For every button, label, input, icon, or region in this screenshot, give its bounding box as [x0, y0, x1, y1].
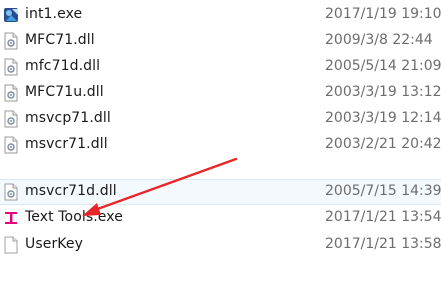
file-date: 2017/1/19 19:10 [325, 6, 441, 22]
file-row-mfc71d-dll[interactable]: mfc71d.dll 2005/5/14 21:09 [0, 54, 441, 80]
file-date: 2003/3/19 12:14 [325, 110, 441, 126]
file-row-userkey[interactable]: UserKey 2017/1/21 13:58 [0, 232, 441, 258]
blank-file-icon [3, 236, 19, 254]
app-exe-icon [3, 6, 19, 24]
file-date: 2005/7/15 14:39 [325, 183, 441, 199]
file-date: 2003/2/21 20:42 [325, 136, 441, 152]
file-name: MFC71u.dll [25, 84, 104, 100]
file-row-int1-exe[interactable]: int1.exe 2017/1/19 19:10 [0, 2, 441, 28]
file-name: UserKey [25, 236, 83, 252]
dll-file-icon [3, 110, 19, 128]
dll-file-icon [3, 58, 19, 76]
file-row-text-tools-exe[interactable]: Text Tools.exe 2017/1/21 13:54 [0, 205, 441, 231]
file-name: msvcp71.dll [25, 110, 111, 126]
file-name: int1.exe [25, 6, 83, 22]
file-date: 2009/3/8 22:44 [325, 32, 433, 48]
text-tools-icon [3, 209, 19, 227]
dll-file-icon [3, 32, 19, 50]
file-date: 2005/5/14 21:09 [325, 58, 441, 74]
file-row-mfc71u-dll[interactable]: MFC71u.dll 2003/3/19 13:12 [0, 80, 441, 106]
file-row-mfc71-dll[interactable]: MFC71.dll 2009/3/8 22:44 [0, 28, 441, 54]
file-list: int1.exe 2017/1/19 19:10 MFC71.dll 2009/… [0, 0, 441, 284]
file-name: Text Tools.exe [25, 209, 123, 225]
file-name: MFC71.dll [25, 32, 95, 48]
file-row-msvcp71-dll[interactable]: msvcp71.dll 2003/3/19 12:14 [0, 106, 441, 132]
file-name: mfc71d.dll [25, 58, 101, 74]
file-row-msvcr71d-dll[interactable]: msvcr71d.dll 2005/7/15 14:39 [0, 179, 441, 205]
file-date: 2017/1/21 13:54 [325, 209, 441, 225]
dll-file-icon [3, 183, 19, 201]
file-date: 2017/1/21 13:58 [325, 236, 441, 252]
dll-file-icon [3, 136, 19, 154]
dll-file-icon [3, 84, 19, 102]
file-date: 2003/3/19 13:12 [325, 84, 441, 100]
file-row-msvcr71-dll[interactable]: msvcr71.dll 2003/2/21 20:42 [0, 132, 441, 158]
file-name: msvcr71d.dll [25, 183, 117, 199]
file-name: msvcr71.dll [25, 136, 108, 152]
